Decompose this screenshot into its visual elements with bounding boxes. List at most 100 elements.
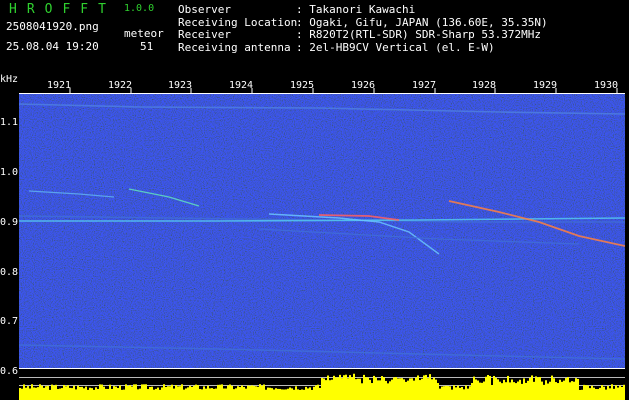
- level-bar: [81, 386, 83, 400]
- level-bar: [459, 387, 461, 400]
- level-bar: [119, 385, 121, 400]
- level-bar: [297, 389, 299, 400]
- info-antenna: Receiving antenna: 2el-HB9CV Vertical (e…: [178, 40, 495, 54]
- level-bar: [29, 388, 31, 400]
- level-bar: [443, 386, 445, 400]
- level-bar: [327, 375, 329, 400]
- level-bar: [387, 383, 389, 400]
- level-bar: [447, 385, 449, 400]
- level-bar: [111, 388, 113, 400]
- date-time: 25.08.04 19:20: [6, 40, 99, 53]
- level-bar: [303, 389, 305, 400]
- level-bar: [181, 384, 183, 400]
- level-bar: [525, 382, 527, 400]
- level-bar: [63, 384, 65, 400]
- level-bar: [165, 387, 167, 400]
- level-bar: [319, 387, 321, 400]
- level-bar: [293, 389, 295, 400]
- header-panel: HROFFT 1.0.0 2508041920.png 25.08.04 19:…: [0, 0, 629, 72]
- meteor-label: meteor: [124, 27, 164, 40]
- level-bar: [123, 389, 125, 400]
- level-bar: [19, 388, 21, 400]
- level-bar: [115, 386, 117, 400]
- level-bar: [129, 385, 131, 400]
- level-bar: [501, 383, 503, 400]
- level-bar: [35, 387, 37, 400]
- level-bar: [157, 387, 159, 400]
- level-bar: [45, 386, 47, 400]
- level-bar: [279, 388, 281, 400]
- level-bar: [277, 388, 279, 400]
- level-bar: [513, 382, 515, 400]
- level-bar: [333, 375, 335, 400]
- level-bar: [135, 384, 137, 400]
- level-bar: [541, 381, 543, 400]
- level-bar: [555, 382, 557, 400]
- level-bar: [221, 384, 223, 400]
- level-bar: [399, 378, 401, 400]
- level-bar: [367, 377, 369, 400]
- level-bar: [209, 388, 211, 400]
- y-tick-label: 1.0: [0, 167, 19, 178]
- level-bar: [371, 383, 373, 400]
- level-bar: [57, 389, 59, 400]
- level-bar: [301, 389, 303, 400]
- level-bar: [97, 388, 99, 400]
- level-bar: [557, 383, 559, 400]
- level-bar: [139, 388, 141, 400]
- level-bar: [365, 377, 367, 400]
- level-bar: [467, 388, 469, 400]
- level-bar: [511, 379, 513, 400]
- level-bar: [159, 389, 161, 400]
- level-bar: [497, 379, 499, 400]
- level-bar: [595, 389, 597, 400]
- level-bar: [421, 378, 423, 400]
- level-bar: [523, 378, 525, 400]
- x-tick-label: 1928: [472, 80, 497, 91]
- level-bar: [589, 388, 591, 400]
- level-bar: [207, 385, 209, 400]
- level-bar: [75, 389, 77, 400]
- level-bar: [201, 389, 203, 400]
- level-bar: [237, 386, 239, 400]
- x-tick-label: 1926: [351, 80, 376, 91]
- level-bar: [185, 388, 187, 400]
- level-bar: [619, 385, 621, 400]
- level-bar: [299, 389, 301, 400]
- level-bar: [211, 388, 213, 400]
- level-bar: [431, 379, 433, 400]
- level-bar: [601, 385, 603, 400]
- level-bar: [233, 389, 235, 400]
- x-tick-label: 1923: [168, 80, 193, 91]
- level-bar: [261, 385, 263, 400]
- level-bar: [579, 389, 581, 400]
- level-bar: [55, 384, 57, 400]
- level-bar: [583, 384, 585, 400]
- level-bar: [335, 377, 337, 400]
- level-bar: [533, 381, 535, 400]
- level-bar: [243, 387, 245, 400]
- level-bar: [61, 388, 63, 400]
- level-bar: [495, 377, 497, 400]
- level-bar: [219, 384, 221, 400]
- level-bar: [419, 380, 421, 400]
- level-bar: [247, 385, 249, 400]
- level-bar: [311, 389, 313, 400]
- x-tick-label: 1927: [412, 80, 437, 91]
- level-bar: [585, 385, 587, 400]
- level-bar: [33, 387, 35, 400]
- app-name: HROFFT: [9, 2, 116, 17]
- level-bar: [131, 386, 133, 400]
- level-bar: [183, 389, 185, 400]
- level-bar: [405, 381, 407, 400]
- level-bar: [253, 385, 255, 400]
- level-bar: [561, 381, 563, 400]
- level-bar: [251, 385, 253, 400]
- level-bar: [93, 389, 95, 400]
- level-bar: [77, 385, 79, 400]
- level-bar: [245, 388, 247, 400]
- level-bar: [451, 389, 453, 400]
- level-bar: [177, 386, 179, 400]
- level-bar: [255, 386, 257, 400]
- level-bar: [51, 384, 53, 400]
